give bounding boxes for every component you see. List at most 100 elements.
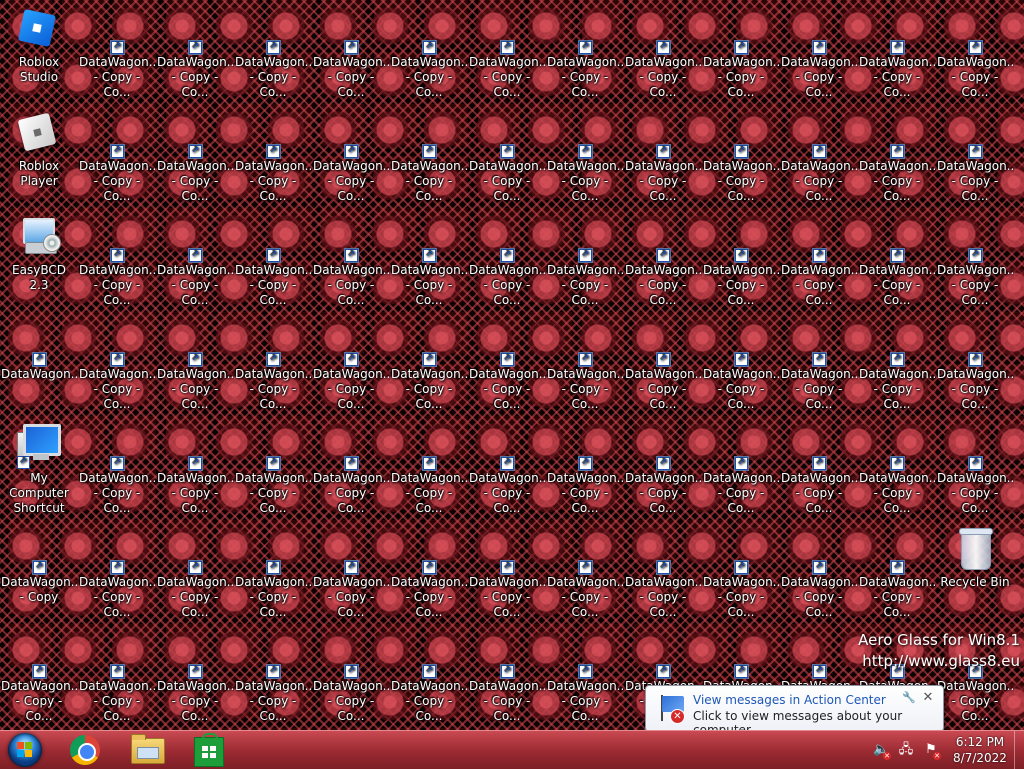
desktop-icon[interactable]: ↗ DataWagon... - Copy — [0, 522, 78, 622]
desktop-icon[interactable]: ↗DataWagon... - Copy - Co... — [156, 626, 234, 726]
desktop-icon[interactable]: ↗DataWagon... - Copy - Co... — [936, 2, 1014, 102]
desktop-icon[interactable]: ↗DataWagon... - Copy - Co... — [78, 2, 156, 102]
desktop-icon[interactable]: ↗D — [1014, 418, 1024, 518]
desktop-icon[interactable]: ↗DataWagon... - Copy - Co... — [468, 314, 546, 414]
desktop-icon[interactable]: ↗D — [1014, 210, 1024, 310]
desktop-icon[interactable]: ↗DataWagon... - Copy - Co... — [234, 106, 312, 206]
desktop-icon[interactable]: ↗DataWagon... - Copy - Co... — [390, 106, 468, 206]
desktop-icon[interactable]: Roblox Player — [0, 106, 78, 206]
desktop-icon[interactable]: ↗DataWagon... - Copy - Co... — [624, 418, 702, 518]
desktop-icon[interactable]: ↗DataWagon... - Copy - Co... — [312, 210, 390, 310]
desktop-icon[interactable]: ↗DataWagon... - Copy - Co... — [780, 106, 858, 206]
desktop-icon[interactable]: ↗DataWagon... - Copy - Co... — [546, 418, 624, 518]
desktop-icon[interactable]: Recycle Bin — [936, 522, 1014, 622]
taskbar-file-explorer-button[interactable] — [120, 733, 172, 767]
desktop-icon[interactable]: ↗DataWagon... - Copy - Co... — [390, 210, 468, 310]
desktop-icon[interactable]: ↗DataWagon... - Copy - Co... — [780, 418, 858, 518]
desktop-icon[interactable]: ↗DataWagon... - Copy - Co... — [156, 418, 234, 518]
action-center-balloon[interactable]: ✕ View messages in Action Center Click t… — [645, 685, 944, 740]
desktop-icon[interactable]: ↗DataWagon... - Copy - Co... — [546, 2, 624, 102]
desktop-icon[interactable]: ↗DataWagon... - Copy - Co... — [78, 626, 156, 726]
desktop-icon[interactable]: ↗DataWagon... - Copy - Co... — [858, 2, 936, 102]
desktop-icon[interactable]: ↗DataWagon... - Copy - Co... — [156, 106, 234, 206]
desktop-icon[interactable]: ↗D — [1014, 2, 1024, 102]
desktop-icon[interactable]: ↗DataWagon... - Copy - Co... — [702, 314, 780, 414]
desktop-icon[interactable]: ↗DataWagon... - Copy - Co... — [234, 2, 312, 102]
desktop-icon[interactable]: ↗DataWagon... - Copy - Co... — [234, 314, 312, 414]
taskbar-store-button[interactable] — [181, 733, 233, 767]
desktop-icon[interactable]: ↗DataWagon... - Copy - Co... — [624, 314, 702, 414]
balloon-title[interactable]: View messages in Action Center — [693, 693, 886, 707]
desktop-icon[interactable]: ↗DataWagon... - Copy - Co... — [624, 106, 702, 206]
desktop-icon[interactable]: ↗DataWagon... - Copy - Co... — [858, 522, 936, 622]
desktop-icon[interactable]: ↗DataWagon... - Copy - Co... — [936, 106, 1014, 206]
desktop-icon[interactable]: ↗DataWagon... - Copy - Co... — [78, 106, 156, 206]
desktop-icon[interactable]: ↗DataWagon... - Copy - Co... — [546, 106, 624, 206]
desktop-icon[interactable]: ↗DataWagon... - Copy - Co... — [0, 626, 78, 726]
desktop-icon[interactable]: ↗DataWagon... - Copy - Co... — [78, 314, 156, 414]
desktop-icon[interactable]: ↗DataWagon... - Copy - Co... — [390, 418, 468, 518]
desktop-icon[interactable]: ↗DataWagon... - Copy - Co... — [780, 522, 858, 622]
desktop-icon[interactable]: ↗DataWagon... - Copy - Co... — [234, 626, 312, 726]
desktop-icon[interactable]: ↗ My Computer Shortcut — [0, 418, 78, 518]
desktop-icon[interactable]: ↗DataWagon... - Copy - Co... — [312, 418, 390, 518]
desktop-icon[interactable]: ↗DataWagon... - Copy - Co... — [702, 106, 780, 206]
desktop-icon[interactable]: ↗DataWagon... - Copy - Co... — [234, 522, 312, 622]
desktop-icon[interactable]: ↗DataWagon... - Copy - Co... — [546, 522, 624, 622]
desktop-icon[interactable]: ↗DataWagon... - Copy - Co... — [858, 314, 936, 414]
desktop-icon[interactable]: ↗DataWagon... - Copy - Co... — [858, 418, 936, 518]
desktop-icon[interactable]: ↗DataWagon... - Copy - Co... — [858, 106, 936, 206]
desktop-icon[interactable]: ↗DataWagon... - Copy - Co... — [390, 314, 468, 414]
desktop-icon[interactable]: ↗D — [1014, 314, 1024, 414]
desktop-icon[interactable]: ↗DataWagon... - Copy - Co... — [702, 522, 780, 622]
taskbar-chrome-button[interactable] — [58, 733, 110, 767]
desktop-icon[interactable]: ↗DataWagon... - Copy - Co... — [390, 2, 468, 102]
desktop-icon[interactable]: ↗DataWagon... - Copy - Co... — [390, 626, 468, 726]
desktop-icon[interactable]: ↗DataWagon... - Copy - Co... — [936, 418, 1014, 518]
desktop-icon[interactable]: ↗DataWagon... - Copy - Co... — [468, 2, 546, 102]
desktop-icon[interactable]: ↗DataWagon... - Copy - Co... — [78, 418, 156, 518]
desktop-icon[interactable]: ↗DataWagon... - Copy - Co... — [312, 2, 390, 102]
start-button[interactable] — [3, 732, 47, 768]
desktop-icon[interactable]: ↗DataWagon... - Copy - Co... — [624, 522, 702, 622]
desktop-icon[interactable]: ↗DataWagon... - Copy - Co... — [780, 210, 858, 310]
desktop-icon[interactable]: ↗DataWagon... - Copy - Co... — [936, 314, 1014, 414]
desktop-icon[interactable]: ↗DataWagon... - Copy - Co... — [936, 210, 1014, 310]
desktop-icon[interactable]: ↗DataWagon... - Copy - Co... — [624, 2, 702, 102]
desktop-icon[interactable]: ↗DataWagon... - Copy - Co... — [156, 314, 234, 414]
desktop-icon[interactable]: ↗DataWagon... - Copy - Co... — [546, 210, 624, 310]
network-icon[interactable]: 🖧 — [898, 742, 914, 758]
desktop-icon[interactable]: ↗DataWagon... - Copy - Co... — [468, 626, 546, 726]
desktop-icon[interactable]: ↗DataWagon... - Copy - Co... — [312, 106, 390, 206]
desktop-icon[interactable]: EasyBCD 2.3 — [0, 210, 78, 310]
desktop-icon[interactable]: ↗D — [1014, 522, 1024, 622]
desktop-icon[interactable]: ↗DataWagon... - Copy - Co... — [858, 210, 936, 310]
clock[interactable]: 6:12 PM 8/7/2022 — [948, 734, 1012, 766]
desktop-icon[interactable]: ↗DataWagon... - Copy - Co... — [78, 522, 156, 622]
desktop-icon[interactable]: ↗DataWagon... - Copy - Co... — [312, 522, 390, 622]
desktop-icon[interactable]: ↗DataWagon... - Copy - Co... — [78, 210, 156, 310]
settings-wrench-icon[interactable]: 🔧 — [902, 692, 916, 704]
action-center-tray-icon[interactable]: ⚑ ✕ — [923, 742, 941, 760]
desktop-icon[interactable]: ↗DataWagon... - Copy - Co... — [234, 418, 312, 518]
desktop-icon[interactable]: ↗DataWagon... - Copy - Co... — [312, 314, 390, 414]
desktop-icon[interactable]: ↗DataWagon... - Copy - Co... — [468, 522, 546, 622]
desktop-icon[interactable]: ↗DataWagon... - Copy - Co... — [312, 626, 390, 726]
desktop-icon[interactable]: ↗DataWagon... - Copy - Co... — [546, 626, 624, 726]
volume-muted-icon[interactable]: 🔈 ✕ — [873, 742, 891, 760]
desktop-icon[interactable]: ↗DataWagon... - Copy - Co... — [546, 314, 624, 414]
show-desktop-button[interactable] — [1014, 731, 1024, 769]
desktop-icon[interactable]: ↗DataWagon... - Copy - Co... — [156, 210, 234, 310]
desktop-icon[interactable]: ↗DataWagon... - Copy - Co... — [702, 210, 780, 310]
desktop-icon[interactable]: ↗DataWagon... - Copy - Co... — [156, 2, 234, 102]
desktop-icon[interactable]: ↗DataWagon... - Copy - Co... — [780, 314, 858, 414]
desktop-icon[interactable]: ↗DataWagon... - Copy - Co... — [468, 106, 546, 206]
desktop-icon[interactable]: ↗DataWagon... - Copy - Co... — [702, 418, 780, 518]
desktop-icon[interactable]: ↗DataWagon... - Copy - Co... — [156, 522, 234, 622]
desktop-icon[interactable]: ↗DataWagon... - Copy - Co... — [624, 210, 702, 310]
desktop-icon[interactable]: ↗DataWagon... - Copy - Co... — [468, 210, 546, 310]
desktop-icon[interactable]: ↗DataWagon... - Copy - Co... — [390, 522, 468, 622]
desktop-icon[interactable]: ↗DataWagon... - Copy - Co... — [780, 2, 858, 102]
desktop-icon[interactable]: Roblox Studio — [0, 2, 78, 102]
desktop-icon[interactable]: ↗DataWagon... - Copy - Co... — [702, 2, 780, 102]
